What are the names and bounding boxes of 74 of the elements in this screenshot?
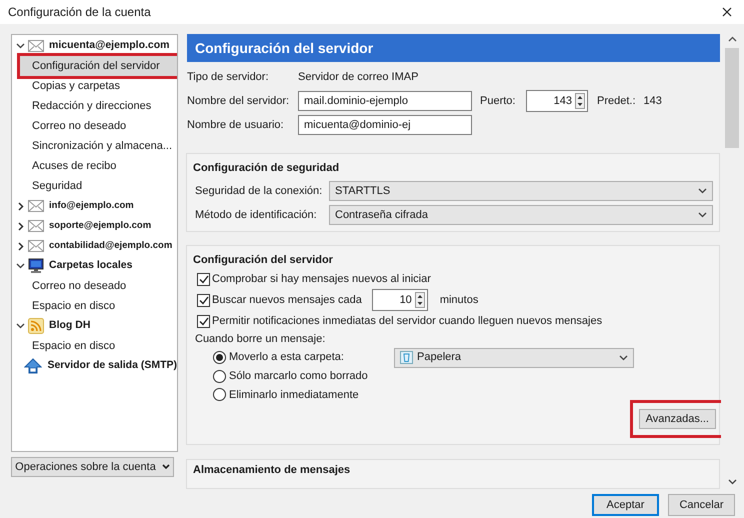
unit-label: minutos [440,292,478,308]
monitor-icon [28,258,44,274]
account-item[interactable]: Servidor de salida (SMTP) [47,358,177,374]
account-item[interactable]: soporte@ejemplo.com [49,218,152,234]
radio-label[interactable]: Eliminarlo inmediatamente [229,386,391,404]
checkbox-label[interactable]: Buscar nuevos mensajes cada [212,292,362,308]
account-actions-button[interactable]: Operaciones sobre la cuenta [11,457,174,477]
settings-item[interactable]: Seguridad [20,176,177,196]
checkbox-label[interactable]: Comprobar si hay mensajes nuevos al iniciar [212,270,431,288]
checkbox[interactable] [197,272,210,286]
scrollbar-thumb[interactable] [725,48,739,148]
settings-item[interactable]: Copias y carpetas [20,76,177,96]
checkbox[interactable] [197,294,210,307]
field-value: 143 [644,94,662,109]
account-item[interactable]: Carpetas locales [49,258,132,274]
field-value: Servidor de correo IMAP [298,70,418,85]
settings-item[interactable]: Acuses de recibo [20,156,177,176]
dialog-button[interactable]: Cancelar [668,494,735,516]
envelope-icon [28,200,44,212]
scroll-down-icon [728,479,736,485]
caret-icon [162,464,170,470]
dialog-button[interactable]: Aceptar [592,494,659,516]
settings-item[interactable]: Configuración del servidor [20,56,177,76]
close-icon [722,7,732,17]
field-label: Nombre de usuario: [187,118,285,133]
spinner-icon [575,93,585,109]
settings-item[interactable]: Redacción y direcciones [20,96,177,116]
group-title: Almacenamiento de mensajes [193,463,352,478]
field-label: Puerto: [480,94,516,109]
field-label: Seguridad de la conexión: [195,184,324,199]
spinner-icon [414,292,425,308]
folder-dropdown[interactable]: Papelera [394,348,634,368]
settings-item[interactable]: Espacio en disco [20,336,177,356]
rss-feed-icon [28,318,44,334]
settings-item[interactable]: Correo no deseado [20,116,177,136]
radio-label[interactable]: Sólo marcarlo como borrado [229,368,391,385]
field-label: Método de identificación: [195,208,318,223]
checkbox-label[interactable]: Permitir notificaciones inmediatas del servidor cuando lleguen nuevos mensajes [212,312,602,330]
window-title: Configuración de la cuenta [8,4,151,21]
checkbox[interactable] [197,314,210,328]
scroll-up-icon [728,36,736,42]
account-item[interactable]: info@ejemplo.com [49,198,134,214]
field-label: Tipo de servidor: [187,70,270,85]
radio-label[interactable]: Moverlo a esta carpeta: [229,349,391,366]
envelope-icon [28,240,44,252]
trash-bin-icon [400,351,413,364]
advanced-button[interactable]: Avanzadas... [638,408,716,429]
server-name-field[interactable]: mail.dominio-ejemplo [298,91,472,111]
settings-item[interactable]: Correo no deseado [20,276,177,296]
chevron-down-icon [698,188,707,194]
radio-button[interactable] [213,388,226,402]
account-item[interactable]: Blog DH [49,318,90,334]
radio-button[interactable] [213,351,226,364]
username-field[interactable]: micuenta@dominio-ej [298,115,472,135]
connection-security-dropdown[interactable]: STARTTLS [329,181,713,201]
settings-item[interactable]: Espacio en disco [20,296,177,316]
envelope-icon [28,220,44,232]
section-header: Configuración del servidor [187,34,720,62]
field-label: Predet.: [597,94,636,109]
group-title: Configuración de seguridad [193,160,340,176]
chevron-down-icon [619,354,628,361]
group-title: Configuración del servidor [193,252,334,268]
settings-item[interactable]: Sincronización y almacena... [20,136,177,156]
auth-method-dropdown[interactable]: Contraseña cifrada [329,205,713,225]
interval-field[interactable]: 10 [372,289,428,312]
account-item[interactable]: micuenta@ejemplo.com [49,38,170,54]
radio-button[interactable] [213,370,226,384]
chevron-down-icon [698,212,707,218]
port-field[interactable]: 143 [526,90,588,112]
house-arrow-icon [24,358,42,374]
field-label: Nombre del servidor: [187,94,290,109]
envelope-icon [28,40,44,52]
field-label: Cuando borre un mensaje: [194,332,326,348]
account-item[interactable]: contabilidad@ejemplo.com [49,238,172,254]
